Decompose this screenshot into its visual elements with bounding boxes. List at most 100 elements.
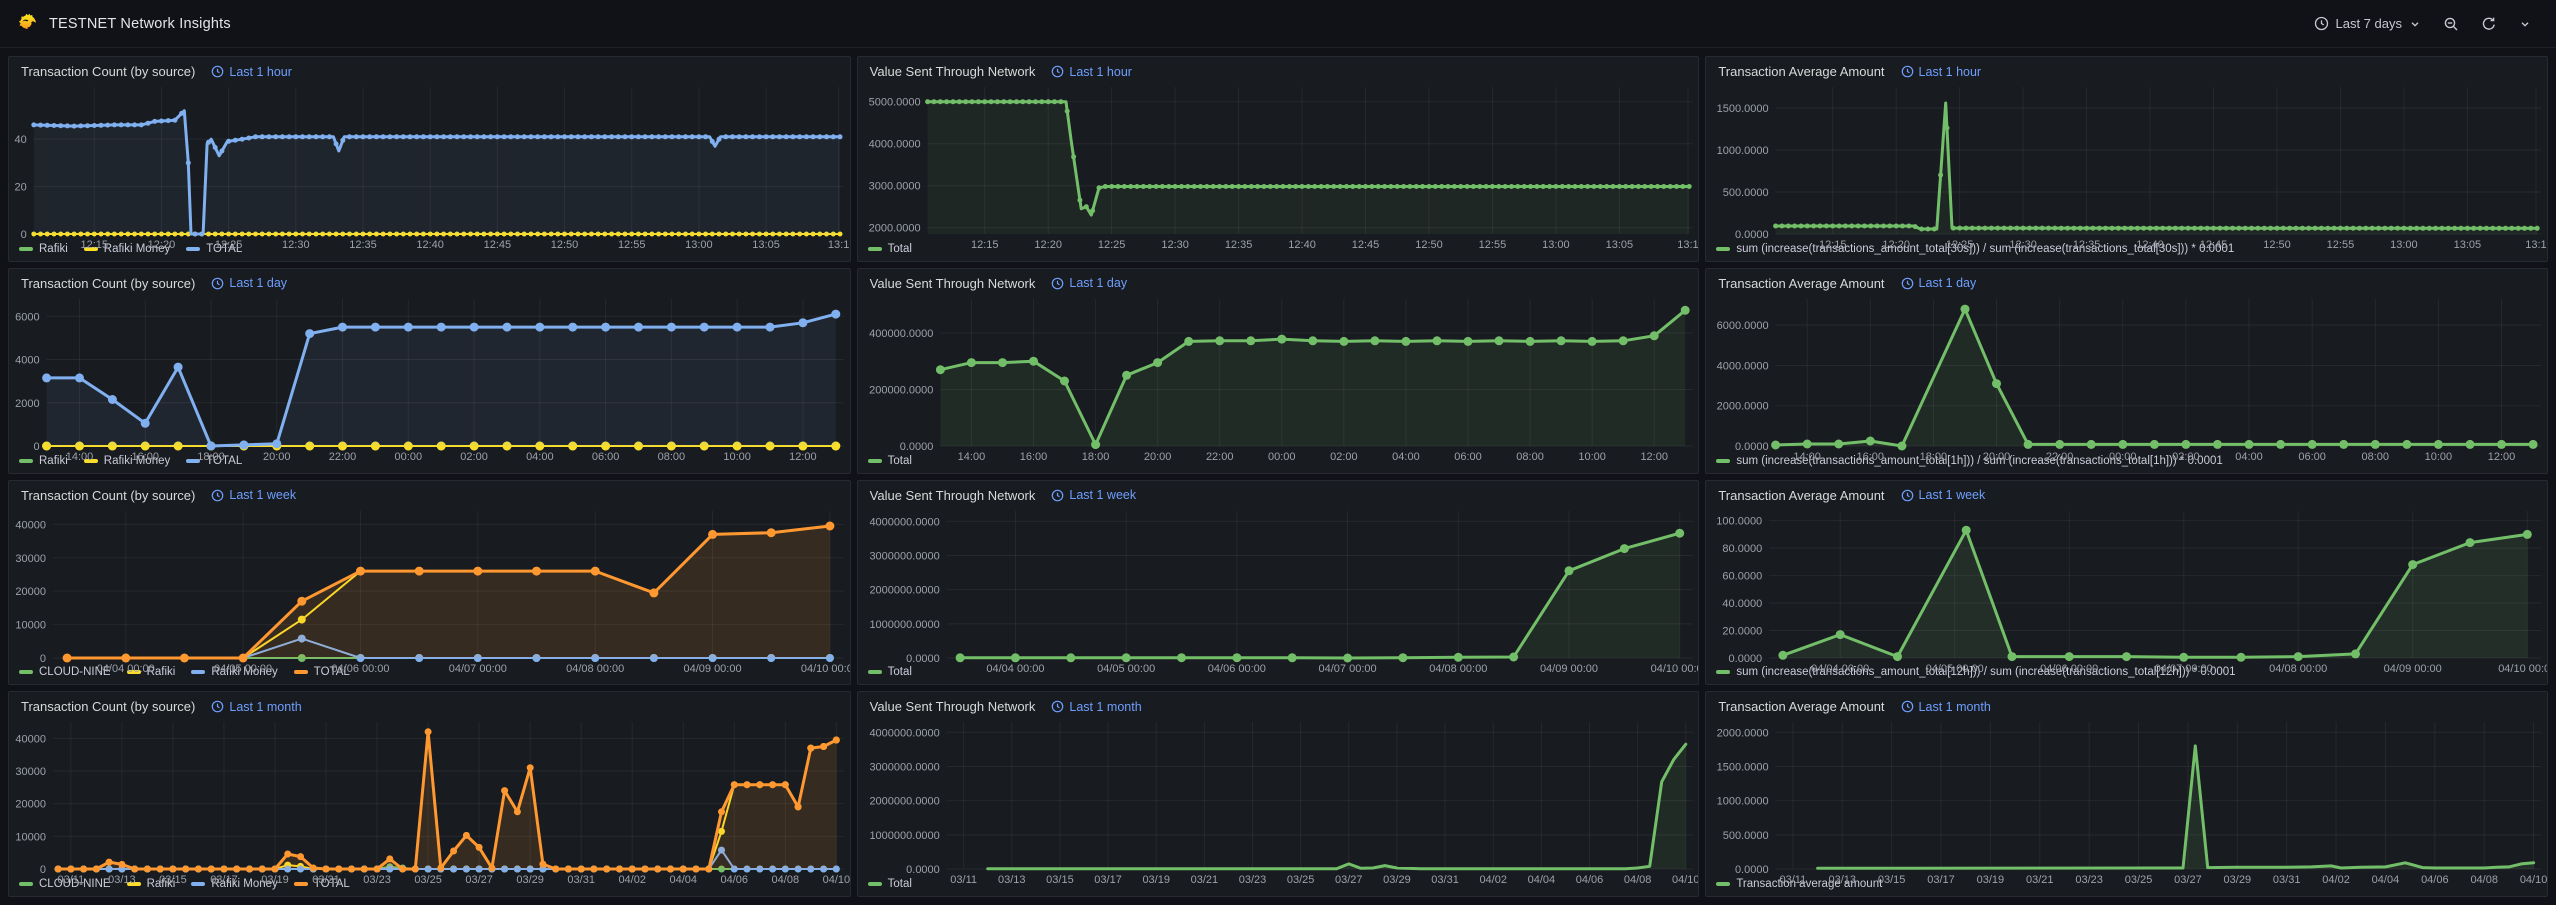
svg-text:04/09 00:00: 04/09 00:00 (683, 663, 741, 675)
svg-text:40: 40 (15, 134, 27, 146)
panel-range-link[interactable]: Last 1 hour (1901, 65, 1982, 79)
svg-text:04/10: 04/10 (2520, 874, 2547, 886)
clock-icon (211, 700, 224, 713)
svg-text:2000.0000: 2000.0000 (1717, 728, 1769, 740)
svg-text:04/06 00:00: 04/06 00:00 (2040, 663, 2098, 675)
svg-text:03/27: 03/27 (2174, 874, 2202, 886)
panel-range-link[interactable]: Last 1 month (211, 700, 301, 714)
svg-text:03/27: 03/27 (465, 874, 493, 886)
chart-value-sent-1d[interactable]: 14:0016:0018:0020:0022:0000:0002:0004:00… (858, 292, 1699, 454)
svg-text:20:00: 20:00 (1144, 451, 1172, 463)
svg-text:12:00: 12:00 (1640, 451, 1668, 463)
refresh-icon (2481, 16, 2497, 32)
svg-text:13:1: 13:1 (2526, 239, 2547, 251)
panel-range-link[interactable]: Last 1 month (1901, 700, 1991, 714)
svg-text:03/15: 03/15 (159, 874, 187, 886)
panel-title[interactable]: Value Sent Through Network (870, 276, 1036, 291)
dashboard-grid: Transaction Count (by source) Last 1 hou… (0, 48, 2556, 905)
chart-value-sent-1h[interactable]: 12:1512:2012:2512:3012:3512:4012:4512:50… (858, 80, 1699, 242)
refresh-interval-dropdown[interactable] (2510, 12, 2540, 36)
svg-text:13:05: 13:05 (2454, 239, 2482, 251)
svg-text:20000: 20000 (15, 586, 46, 598)
svg-text:0.0000: 0.0000 (1735, 864, 1769, 876)
svg-text:12:40: 12:40 (1288, 239, 1316, 251)
svg-text:03/19: 03/19 (1977, 874, 2005, 886)
panel-title[interactable]: Transaction Average Amount (1718, 276, 1884, 291)
chevron-down-icon (2519, 18, 2531, 30)
svg-text:04/06 00:00: 04/06 00:00 (1207, 663, 1265, 675)
svg-text:04/08: 04/08 (1624, 874, 1652, 886)
panel-range-link[interactable]: Last 1 week (211, 488, 296, 502)
svg-text:03/19: 03/19 (261, 874, 289, 886)
chart-avg-amount-1w[interactable]: 04/04 00:0004/05 00:0004/06 00:0004/07 0… (1706, 504, 2547, 666)
svg-text:12:30: 12:30 (282, 239, 310, 251)
panel-title[interactable]: Transaction Count (by source) (21, 276, 195, 291)
svg-text:00:00: 00:00 (395, 451, 423, 463)
panel-title[interactable]: Transaction Count (by source) (21, 699, 195, 714)
panel-title[interactable]: Value Sent Through Network (870, 699, 1036, 714)
chart-value-sent-1m[interactable]: 03/1103/1303/1503/1703/1903/2103/2303/25… (858, 715, 1699, 877)
chart-transaction-count-1m[interactable]: 03/1103/1303/1503/1703/1903/2103/2303/25… (9, 715, 850, 877)
panel-transaction-count-1m: Transaction Count (by source) Last 1 mon… (8, 691, 851, 897)
time-range-picker[interactable]: Last 7 days (2305, 10, 2431, 37)
panel-range-link[interactable]: Last 1 week (1051, 488, 1136, 502)
panel-range-link[interactable]: Last 1 hour (211, 65, 292, 79)
time-range-label: Last 7 days (2336, 16, 2403, 31)
panel-title[interactable]: Transaction Average Amount (1718, 699, 1884, 714)
chart-transaction-count-1w[interactable]: 04/04 00:0004/05 00:0004/06 00:0004/07 0… (9, 504, 850, 666)
panel-value-sent-1w: Value Sent Through Network Last 1 week 0… (857, 480, 1700, 686)
panel-title[interactable]: Value Sent Through Network (870, 488, 1036, 503)
panel-range-link[interactable]: Last 1 day (1901, 276, 1977, 290)
panel-title[interactable]: Transaction Count (by source) (21, 64, 195, 79)
chart-transaction-count-1d[interactable]: 14:0016:0018:0020:0022:0000:0002:0004:00… (9, 292, 850, 454)
panel-range-link[interactable]: Last 1 day (1051, 276, 1127, 290)
svg-text:04/08: 04/08 (2471, 874, 2499, 886)
panel-avg-amount-1m: Transaction Average Amount Last 1 month … (1705, 691, 2548, 897)
clock-icon (211, 277, 224, 290)
chevron-down-icon (2409, 18, 2421, 30)
brand: TESTNET Network Insights (16, 13, 231, 35)
svg-text:04/10 00:00: 04/10 00:00 (2499, 663, 2548, 675)
chart-avg-amount-1d[interactable]: 14:0016:0018:0020:0022:0000:0002:0004:00… (1706, 292, 2547, 454)
svg-text:03/17: 03/17 (1094, 874, 1122, 886)
svg-text:1000000.0000: 1000000.0000 (869, 618, 939, 630)
svg-text:03/25: 03/25 (2125, 874, 2153, 886)
chart-value-sent-1w[interactable]: 04/04 00:0004/05 00:0004/06 00:0004/07 0… (858, 504, 1699, 666)
svg-text:08:00: 08:00 (1516, 451, 1544, 463)
panel-title[interactable]: Transaction Average Amount (1718, 64, 1884, 79)
svg-text:22:00: 22:00 (329, 451, 357, 463)
svg-text:03/19: 03/19 (1142, 874, 1170, 886)
svg-text:16:00: 16:00 (131, 451, 159, 463)
panel-range-link[interactable]: Last 1 week (1901, 488, 1986, 502)
svg-text:12:00: 12:00 (789, 451, 817, 463)
svg-text:04/08 00:00: 04/08 00:00 (2270, 663, 2328, 675)
panel-title[interactable]: Transaction Average Amount (1718, 488, 1884, 503)
svg-text:04/04: 04/04 (1527, 874, 1555, 886)
panel-range-link[interactable]: Last 1 hour (1051, 65, 1132, 79)
panel-range-link[interactable]: Last 1 day (211, 276, 287, 290)
svg-text:04/10 00:00: 04/10 00:00 (1650, 663, 1698, 675)
grafana-logo-icon[interactable] (16, 13, 38, 35)
svg-text:03/11: 03/11 (1780, 874, 1807, 886)
chart-avg-amount-1h[interactable]: 12:1512:2012:2512:3012:3512:4012:4512:50… (1706, 80, 2547, 242)
clock-icon (1901, 489, 1914, 502)
zoom-out-button[interactable] (2434, 10, 2468, 38)
svg-text:500.0000: 500.0000 (1723, 830, 1769, 842)
panel-title[interactable]: Transaction Count (by source) (21, 488, 195, 503)
svg-text:12:50: 12:50 (1415, 239, 1443, 251)
svg-text:2000: 2000 (15, 398, 39, 410)
svg-text:03/13: 03/13 (1829, 874, 1857, 886)
svg-text:04/02: 04/02 (618, 874, 646, 886)
svg-text:0.0000: 0.0000 (899, 441, 933, 453)
panel-value-sent-1d: Value Sent Through Network Last 1 day 14… (857, 268, 1700, 474)
panel-title[interactable]: Value Sent Through Network (870, 64, 1036, 79)
refresh-button[interactable] (2472, 10, 2506, 38)
chart-transaction-count-1h[interactable]: 12:1512:2012:2512:3012:3512:4012:4512:50… (9, 80, 850, 242)
svg-text:04/10: 04/10 (823, 874, 850, 886)
panel-range-link[interactable]: Last 1 month (1051, 700, 1141, 714)
chart-avg-amount-1m[interactable]: 03/1103/1303/1503/1703/1903/2103/2303/25… (1706, 715, 2547, 877)
svg-text:03/31: 03/31 (567, 874, 595, 886)
svg-text:13:00: 13:00 (1542, 239, 1570, 251)
svg-text:4000.0000: 4000.0000 (868, 139, 920, 151)
svg-text:02:00: 02:00 (1330, 451, 1358, 463)
